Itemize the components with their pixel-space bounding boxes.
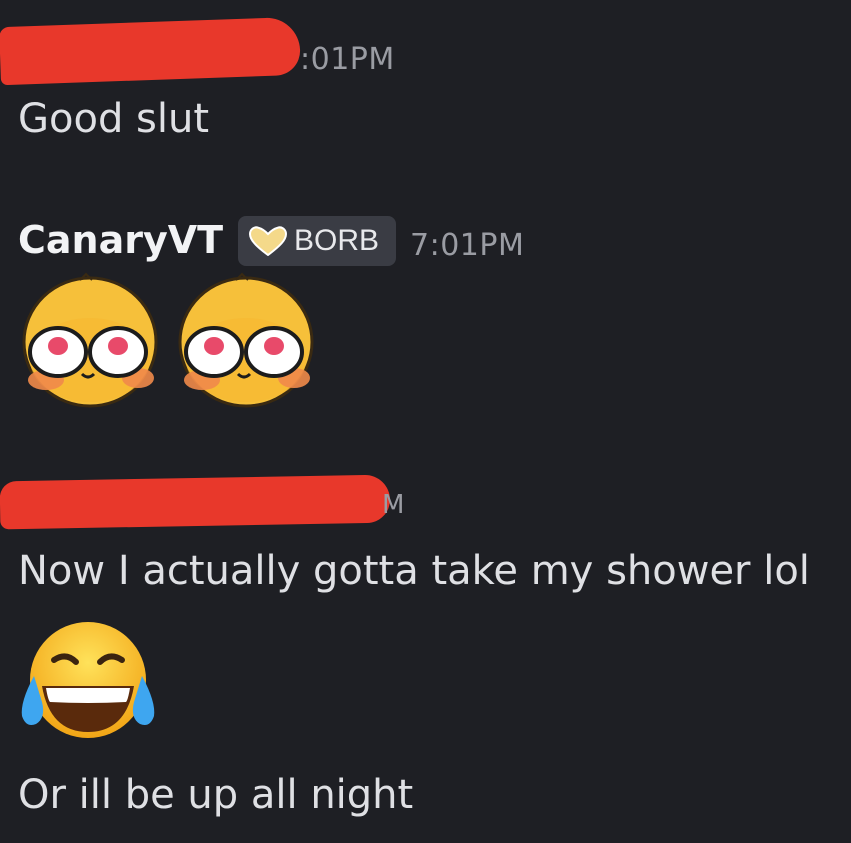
message-timestamp: :01PM (300, 42, 395, 77)
badge-label: BORB (294, 224, 380, 257)
redacted-username (0, 474, 391, 530)
chat-view: :01PM Good slut CanaryVT BORB 7:01PM M N… (0, 0, 851, 843)
blushing-emoji-sticker[interactable] (14, 270, 164, 410)
face-with-tears-of-joy-icon[interactable] (14, 616, 164, 748)
role-badge[interactable]: BORB (238, 216, 396, 266)
message-text[interactable]: Or ill be up all night (18, 772, 413, 818)
message-timestamp: 7:01PM (410, 228, 525, 263)
heart-icon (248, 226, 288, 256)
message-text[interactable]: Good slut (18, 96, 209, 142)
message-timestamp: M (382, 490, 405, 520)
redacted-username (0, 16, 301, 86)
blushing-emoji-sticker[interactable] (170, 270, 320, 410)
message-text[interactable]: Now I actually gotta take my shower lol (18, 548, 810, 594)
author-name[interactable]: CanaryVT (18, 218, 223, 262)
